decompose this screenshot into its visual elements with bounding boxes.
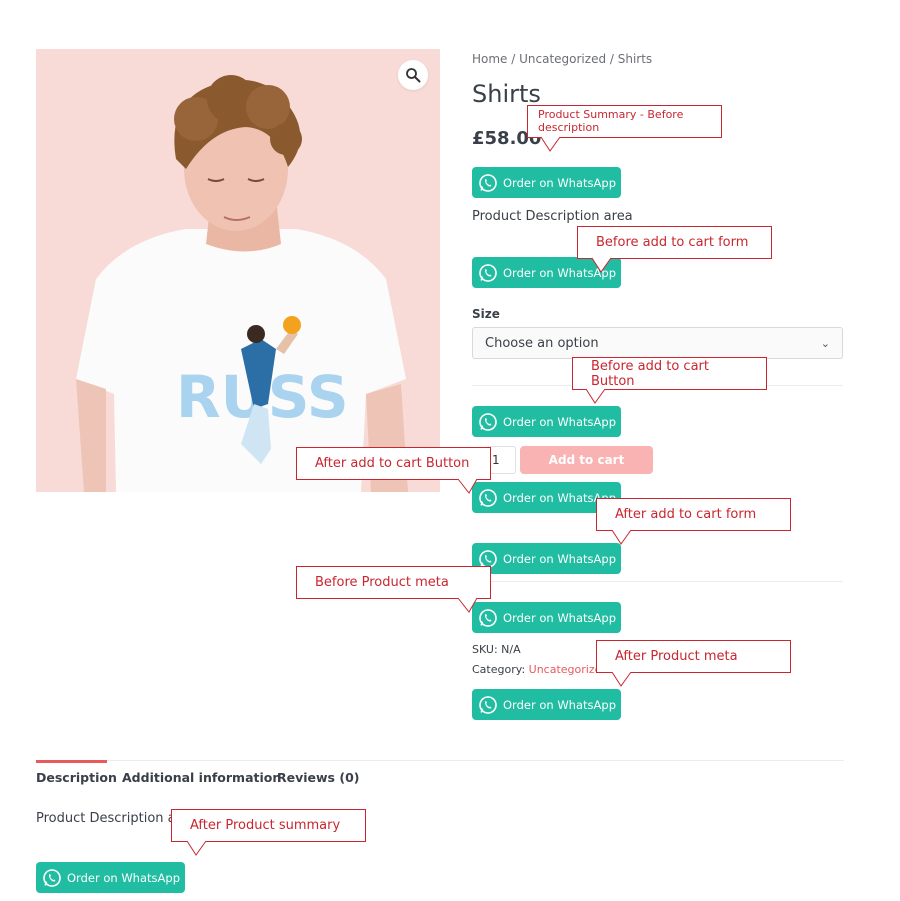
tabs-divider	[36, 760, 844, 761]
product-category: Category: Uncategorized	[472, 663, 608, 676]
whatsapp-button-label: Order on WhatsApp	[503, 414, 616, 429]
annotation-pointer	[585, 388, 606, 404]
annotation-pointer	[591, 257, 612, 273]
zoom-button[interactable]	[398, 60, 428, 90]
whatsapp-icon	[479, 488, 497, 507]
active-tab-indicator	[36, 760, 107, 763]
breadcrumb-separator: /	[606, 52, 618, 66]
annotation-summary-before-description: Product Summary - Before description	[527, 105, 722, 138]
whatsapp-order-button[interactable]: Order on WhatsApp	[472, 406, 621, 437]
whatsapp-button-label: Order on WhatsApp	[503, 175, 616, 190]
breadcrumb-current: Shirts	[617, 52, 653, 66]
product-image[interactable]: RUSS	[36, 49, 440, 492]
annotation-before-add-to-cart-button: Before add to cart Button	[572, 357, 767, 390]
annotation-pointer	[611, 529, 632, 545]
whatsapp-icon	[479, 173, 497, 192]
whatsapp-button-label: Order on WhatsApp	[503, 697, 616, 712]
breadcrumb-home[interactable]: Home	[472, 52, 507, 66]
whatsapp-button-label: Order on WhatsApp	[503, 551, 616, 566]
whatsapp-order-button[interactable]: Order on WhatsApp	[36, 862, 185, 893]
breadcrumb: Home / Uncategorized / Shirts	[472, 52, 652, 66]
whatsapp-button-label: Order on WhatsApp	[67, 870, 180, 885]
annotation-pointer	[186, 840, 207, 856]
breadcrumb-category[interactable]: Uncategorized	[519, 52, 606, 66]
annotation-pointer	[457, 597, 478, 613]
category-label: Category:	[472, 663, 529, 676]
annotation-pointer	[611, 671, 632, 687]
breadcrumb-separator: /	[507, 52, 520, 66]
size-select-value: Choose an option	[485, 335, 599, 351]
product-photo: RUSS	[36, 49, 440, 492]
magnifier-icon	[406, 68, 421, 83]
annotation-after-add-to-cart-form: After add to cart form	[596, 498, 791, 531]
add-to-cart-button[interactable]: Add to cart	[520, 446, 653, 474]
whatsapp-button-label: Order on WhatsApp	[503, 610, 616, 625]
whatsapp-icon	[479, 695, 497, 714]
whatsapp-order-button[interactable]: Order on WhatsApp	[472, 543, 621, 574]
whatsapp-order-button[interactable]: Order on WhatsApp	[472, 689, 621, 720]
whatsapp-icon	[479, 412, 497, 431]
whatsapp-icon	[479, 608, 497, 627]
annotation-before-add-to-cart-form: Before add to cart form	[577, 226, 772, 259]
whatsapp-order-button[interactable]: Order on WhatsApp	[472, 602, 621, 633]
whatsapp-icon	[43, 868, 61, 887]
whatsapp-order-button[interactable]: Order on WhatsApp	[472, 167, 621, 198]
annotation-before-product-meta: Before Product meta	[296, 566, 491, 599]
tab-additional-information[interactable]: Additional information	[122, 770, 281, 785]
annotation-after-add-to-cart-button: After add to cart Button	[296, 447, 491, 480]
size-select[interactable]: Choose an option ⌄	[472, 327, 843, 359]
size-label: Size	[472, 307, 500, 321]
annotation-after-product-meta: After Product meta	[596, 640, 791, 673]
annotation-after-product-summary: After Product summary	[171, 809, 366, 842]
chevron-down-icon: ⌄	[820, 336, 830, 350]
annotation-pointer	[540, 136, 561, 152]
whatsapp-icon	[479, 263, 497, 282]
annotation-pointer	[457, 478, 478, 494]
divider	[472, 581, 843, 582]
tab-reviews[interactable]: Reviews (0)	[277, 770, 359, 785]
product-title: Shirts	[472, 80, 541, 108]
product-sku: SKU: N/A	[472, 643, 521, 656]
product-short-description: Product Description area	[472, 209, 633, 224]
tab-description[interactable]: Description	[36, 770, 117, 785]
